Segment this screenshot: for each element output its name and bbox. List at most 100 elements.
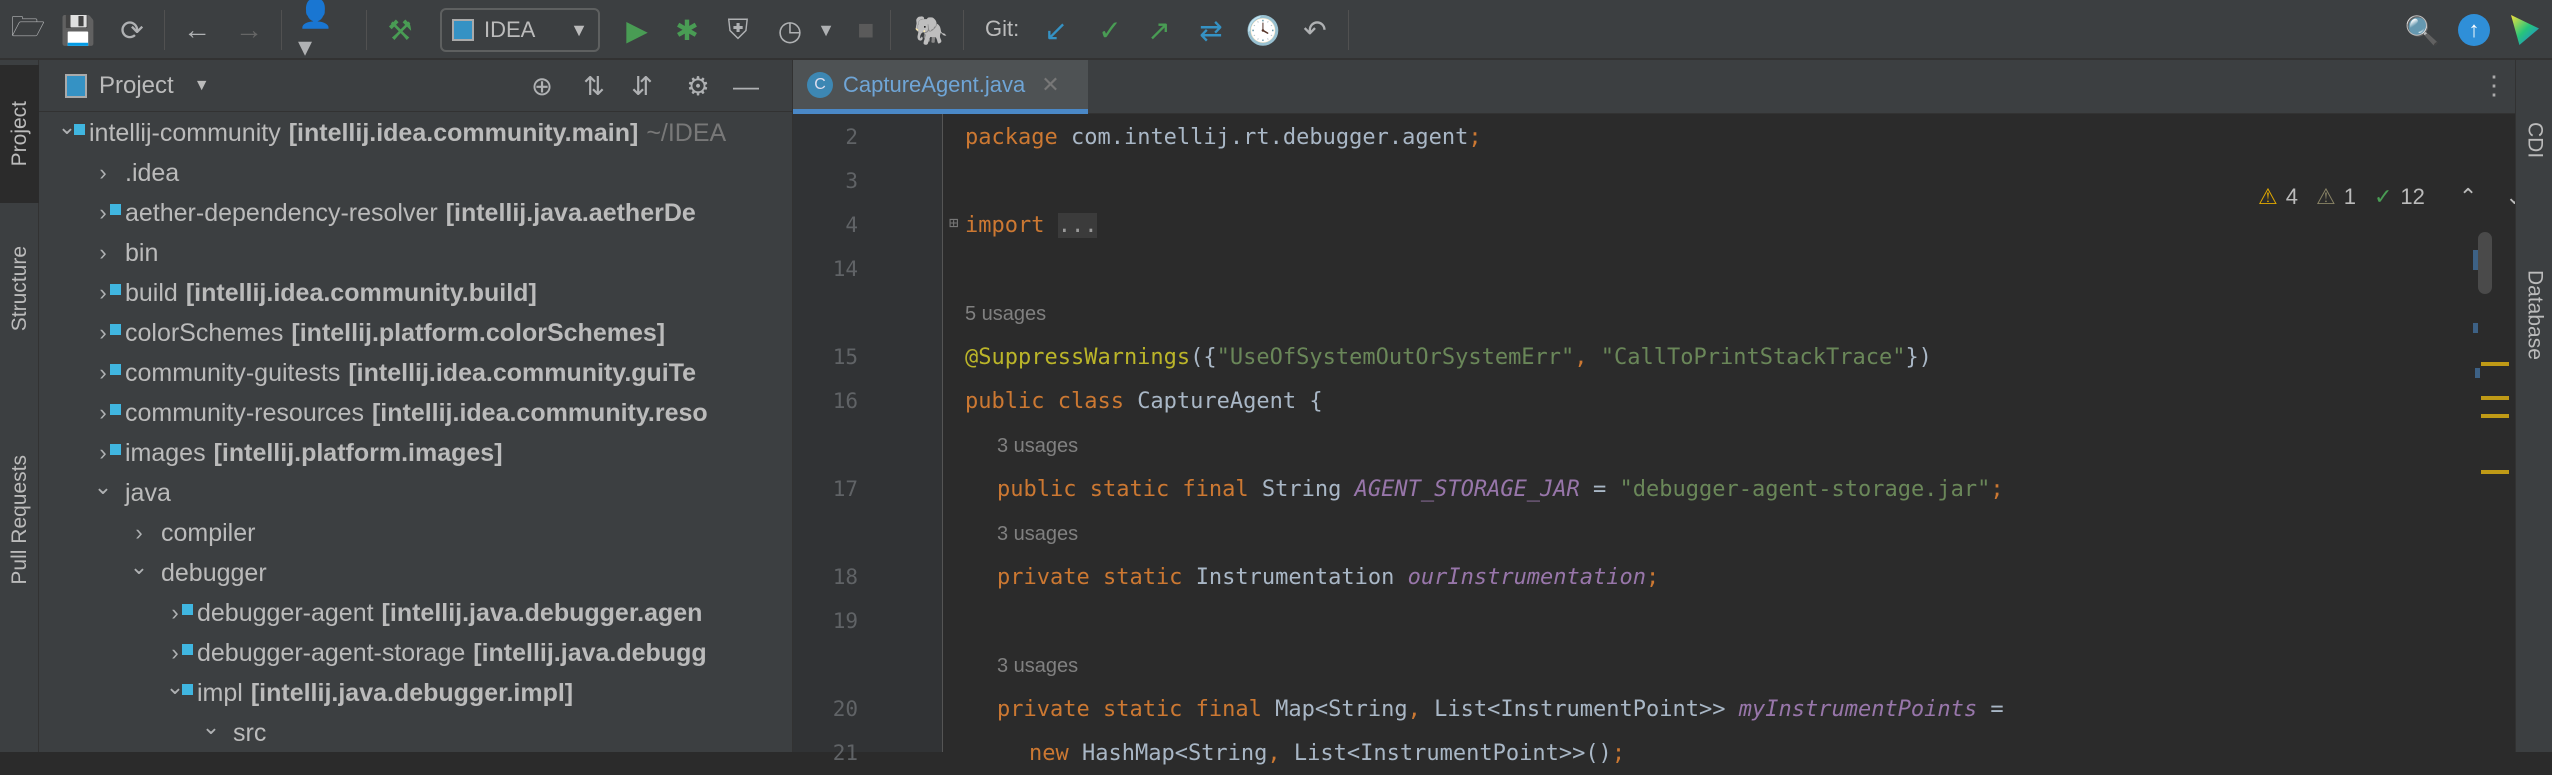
usages-hint[interactable]: 3 usages [793,511,2493,555]
search-icon[interactable]: 🔍 [2404,12,2440,48]
vcs-user-icon[interactable]: 👤▾ [298,0,334,62]
tree-item[interactable]: › debugger-agent-storage [intellij.java.de… [39,633,792,673]
usages-hint[interactable]: 5 usages [793,291,2493,335]
run-icon[interactable]: ▶ [619,12,655,48]
debug-bug-icon[interactable]: ✱ [669,12,705,48]
weak-warning-icon: ⚠ [2315,184,2336,209]
tree-item[interactable]: › debugger-agent [intellij.java.debugger.a… [39,593,792,633]
run-configuration-select[interactable]: IDEA ▼ [440,8,600,52]
git-merge-icon[interactable]: ⇄ [1193,12,1229,48]
tree-item[interactable]: › images [intellij.platform.images] [39,433,792,473]
tool-tab-cdi[interactable]: CDI [2516,70,2552,210]
tree-item-label: images [125,438,206,467]
code-token: private static [997,564,1196,590]
module-name: [intellij.idea.community.build] [185,278,537,307]
usages-hint[interactable]: 3 usages [793,423,2493,467]
open-folder-icon[interactable]: 🗁 [10,11,46,48]
code-line: 14 [793,247,2493,291]
code-line: 17 public static final String AGENT_STORA… [793,467,2493,511]
code-token: "UseOfSystemOutOrSystemErr" [1216,344,1575,370]
tree-item[interactable]: ⌄ java [39,473,792,513]
line-number: 2 [845,125,858,149]
hide-minus-icon[interactable]: — [728,68,764,104]
line-number: 17 [832,477,858,501]
expand-all-icon[interactable]: ⇅ [576,68,612,104]
tree-item[interactable]: › community-resources [intellij.idea.commu… [39,393,792,433]
forward-arrow-icon[interactable]: → [231,12,267,48]
code-token: List<InstrumentPoint>> [1434,696,1739,722]
tree-item[interactable]: › compiler [39,513,792,553]
chevron-down-icon[interactable]: ▼ [194,77,210,95]
gradle-elephant-icon[interactable]: 🐘 [913,12,949,48]
tool-tab-pull-requests[interactable]: Pull Requests [0,400,39,640]
main-toolbar: 🗁 💾 ⟳ ← → 👤▾ ⚒ IDEA ▼ ▶ ✱ ⛨ ◷ ▼ ■ 🐘 Git:… [0,0,2552,62]
code-token: ; [1468,124,1482,150]
tab-label: CaptureAgent.java [843,71,1026,97]
tree-item[interactable]: ⌄ src [39,713,792,752]
tree-item[interactable]: › community-guitests [intellij.idea.commun… [39,353,792,393]
coverage-icon[interactable]: ⛨ [720,12,756,48]
build-hammer-icon[interactable]: ⚒ [382,12,418,48]
tool-tab-database[interactable]: Database [2516,240,2552,390]
tab-capture-agent-java[interactable]: C CaptureAgent.java ✕ [793,60,1088,114]
editor-scrollbar[interactable] [2478,232,2492,294]
git-update-arrow-icon[interactable]: ↙ [1038,12,1074,48]
project-panel-header: Project ▼ ⊕ ⇅ ⇵ ⚙ — [39,60,792,112]
code-token: com.intellij.rt.debugger.agent [1070,124,1469,150]
tool-tab-project[interactable]: Project [0,65,39,203]
code-line: 4 ⊞ import ... [793,203,2493,247]
usages-label[interactable]: 3 usages [997,523,1078,545]
module-name: [intellij.java.debugg [473,638,707,667]
code-token: new [1029,740,1082,766]
usages-hint[interactable]: 3 usages [793,643,2493,687]
code-line: 21 new HashMap<String, List<InstrumentPoi… [793,731,2493,775]
window-icon [452,19,474,41]
chevron-down-icon[interactable]: ⌄ [125,554,153,580]
typo-count: 12 [2400,184,2425,209]
tree-item[interactable]: › .idea [39,153,792,193]
chevron-right-icon[interactable]: › [89,240,117,266]
previous-highlight-icon[interactable]: ⌃ [2459,184,2477,210]
more-options-icon[interactable]: ⋮ [2481,70,2507,101]
gear-icon[interactable]: ⚙ [680,68,716,104]
locate-crosshair-icon[interactable]: ⊕ [524,68,560,104]
chevron-down-icon[interactable]: ▼ [808,12,844,48]
code-token: String [1261,476,1355,502]
history-clock-icon[interactable]: 🕓 [1245,12,1281,48]
chevron-right-icon[interactable]: › [125,520,153,546]
usages-label[interactable]: 5 usages [965,303,1046,325]
line-number: 3 [845,169,858,193]
rollback-icon[interactable]: ↶ [1297,12,1333,48]
git-commit-check-icon[interactable]: ✓ [1092,12,1128,48]
chevron-down-icon[interactable]: ⌄ [197,714,225,740]
tree-item[interactable]: ⌄ intellij-community [intellij.idea.commun… [39,113,792,153]
back-arrow-icon[interactable]: ← [179,12,215,48]
chevron-down-icon[interactable]: ⌄ [89,474,117,500]
chevron-right-icon[interactable]: › [89,160,117,186]
tree-item[interactable]: › aether-dependency-resolver [intellij.jav… [39,193,792,233]
tree-item-label: debugger-agent-storage [197,638,466,667]
code-token: ourInstrumentation [1407,564,1647,590]
git-push-arrow-icon[interactable]: ↗ [1141,12,1177,48]
tree-item[interactable]: › bin [39,233,792,273]
tree-item[interactable]: ⌄ debugger [39,553,792,593]
update-icon[interactable]: ↑ [2456,12,2492,48]
inspection-widget[interactable]: ⚠4 ⚠1 ✓12 ⌃ ⌄ [2258,175,2524,219]
usages-label[interactable]: 3 usages [997,435,1078,457]
sync-icon[interactable]: ⟳ [114,12,150,48]
tree-item[interactable]: › colorSchemes [intellij.platform.colorSch… [39,313,792,353]
project-view-select[interactable]: Project [99,72,174,100]
close-icon[interactable]: ✕ [1041,72,1059,98]
warning-count: 4 [2285,184,2298,209]
profile-icon[interactable]: ◷ [772,12,808,48]
fold-icon[interactable]: ⊞ [949,213,959,232]
save-icon[interactable]: 💾 [60,12,96,48]
tool-tab-structure[interactable]: Structure [0,220,39,358]
stop-icon[interactable]: ■ [848,12,884,48]
module-name: [intellij.java.debugger.impl] [250,678,574,707]
usages-label[interactable]: 3 usages [997,655,1078,677]
collapse-all-icon[interactable]: ⇵ [624,68,660,104]
tree-item[interactable]: ⌄ impl [intellij.java.debugger.impl] [39,673,792,713]
tree-item[interactable]: › build [intellij.idea.community.build] [39,273,792,313]
code-token: ; [1646,564,1660,590]
